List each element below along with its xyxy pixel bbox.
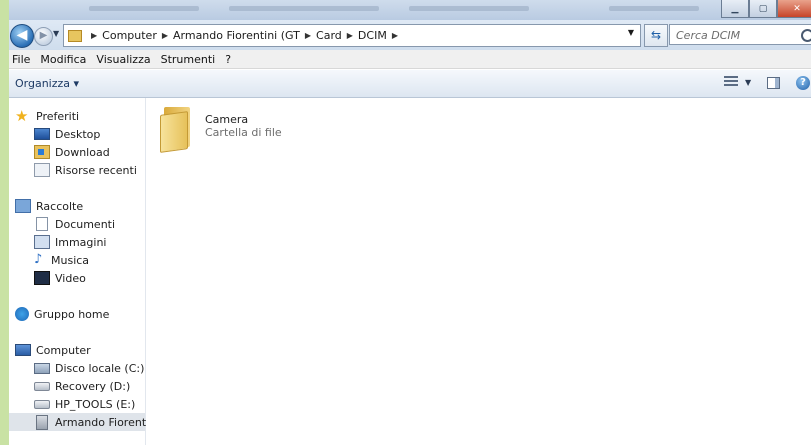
nav-item-pictures[interactable]: Immagini [34, 233, 106, 251]
homegroup-icon [15, 307, 29, 321]
window-controls: ▁ ▢ ✕ [721, 0, 811, 18]
folder-type: Cartella di file [205, 126, 282, 139]
refresh-icon: ⇆ [650, 28, 662, 42]
music-note-icon: ♪ [34, 252, 43, 267]
breadcrumb-card[interactable]: Card [316, 29, 342, 42]
menu-strumenti[interactable]: Strumenti [161, 53, 216, 66]
breadcrumb-dcim[interactable]: DCIM [358, 29, 387, 42]
folder-icon [160, 107, 196, 153]
arrow-left-icon: ◀ [16, 27, 28, 43]
minimize-button[interactable]: ▁ [721, 0, 749, 18]
search-placeholder: Cerca DCIM [676, 29, 741, 42]
maximize-button[interactable]: ▢ [749, 0, 777, 18]
nav-label: Preferiti [36, 109, 80, 123]
chevron-right-icon[interactable]: ▶ [91, 31, 97, 40]
nav-label: Risorse recenti [55, 163, 137, 177]
nav-item-video[interactable]: Video [34, 269, 86, 287]
search-icon[interactable] [801, 29, 811, 42]
chevron-right-icon[interactable]: ▶ [162, 31, 168, 40]
desktop-icon [34, 128, 50, 140]
nav-label: Raccolte [36, 199, 84, 213]
download-folder-icon [34, 145, 50, 159]
view-dropdown-icon[interactable]: ▼ [745, 78, 751, 87]
preview-pane-icon[interactable] [767, 77, 780, 89]
change-view-icon[interactable] [724, 76, 738, 89]
nav-item-download[interactable]: Download [34, 143, 110, 161]
navigation-pane: ★ Preferiti Desktop Download Risorse rec… [9, 98, 159, 445]
nav-label: Musica [51, 253, 90, 267]
refresh-button[interactable]: ⇆ [644, 24, 668, 47]
nav-label: Video [55, 271, 86, 285]
breadcrumb-drive[interactable]: Armando Fiorentini (GT [173, 29, 300, 42]
star-icon: ★ [15, 107, 29, 125]
address-row: ◀ ▶ ▼ ▶ Computer ▶ Armando Fiorentini (G… [9, 20, 811, 50]
video-icon [34, 271, 50, 285]
chevron-right-icon[interactable]: ▶ [392, 31, 398, 40]
command-bar: Organizza ▾ ▼ ? [9, 70, 811, 98]
breadcrumb-computer[interactable]: Computer [102, 29, 157, 42]
back-button[interactable]: ◀ [10, 24, 34, 48]
nav-label: Desktop [55, 127, 101, 141]
arrow-right-icon: ▶ [39, 30, 48, 41]
menu-visualizza[interactable]: Visualizza [96, 53, 150, 66]
drive-icon [34, 381, 50, 391]
close-button[interactable]: ✕ [777, 0, 811, 18]
menu-file[interactable]: File [12, 53, 30, 66]
chevron-right-icon[interactable]: ▶ [347, 31, 353, 40]
address-dropdown-icon[interactable]: ▼ [628, 28, 634, 37]
nav-label: Download [55, 145, 110, 159]
menu-bar: File Modifica Visualizza Strumenti ? [9, 50, 811, 69]
removable-drive-icon [36, 414, 48, 430]
drive-icon [34, 399, 50, 409]
nav-computer[interactable]: Computer [15, 341, 91, 359]
pictures-icon [34, 235, 50, 249]
blurred-title-3 [409, 6, 529, 11]
folder-name: Camera [205, 113, 249, 126]
chevron-right-icon[interactable]: ▶ [305, 31, 311, 40]
nav-item-removable-selected[interactable]: Armando Fiorentini [9, 413, 159, 431]
nav-item-recent[interactable]: Risorse recenti [34, 161, 137, 179]
menu-modifica[interactable]: Modifica [40, 53, 86, 66]
help-icon[interactable]: ? [796, 76, 810, 90]
nav-libraries[interactable]: Raccolte [15, 197, 83, 215]
search-input[interactable]: Cerca DCIM [669, 24, 811, 45]
nav-item-music[interactable]: ♪ Musica [34, 251, 89, 269]
libraries-icon [15, 199, 31, 213]
nav-item-documents[interactable]: Documenti [34, 215, 115, 233]
history-dropdown-icon[interactable]: ▼ [53, 29, 59, 38]
nav-item-drive-d[interactable]: Recovery (D:) [34, 377, 130, 395]
blurred-title [89, 6, 199, 11]
forward-button[interactable]: ▶ [34, 27, 53, 46]
title-bar[interactable]: ▁ ▢ ✕ [9, 0, 811, 20]
nav-label: HP_TOOLS (E:) [55, 397, 136, 411]
nav-label: Disco locale (C:) [55, 361, 145, 375]
computer-icon [15, 344, 31, 356]
local-disk-icon [34, 362, 50, 374]
folder-item-camera[interactable]: Camera Cartella di file [160, 104, 300, 153]
nav-label: Gruppo home [34, 307, 110, 321]
nav-item-drive-c[interactable]: Disco locale (C:) [34, 359, 144, 377]
nav-label: Computer [36, 343, 91, 357]
nav-label: Immagini [55, 235, 107, 249]
nav-item-desktop[interactable]: Desktop [34, 125, 100, 143]
nav-favorites[interactable]: ★ Preferiti [15, 107, 79, 125]
nav-homegroup[interactable]: Gruppo home [15, 305, 109, 323]
organize-button[interactable]: Organizza ▾ [15, 77, 79, 90]
address-bar[interactable]: ▶ Computer ▶ Armando Fiorentini (GT ▶ Ca… [63, 24, 641, 47]
menu-help[interactable]: ? [225, 53, 231, 66]
explorer-window: ▁ ▢ ✕ ◀ ▶ ▼ ▶ Computer ▶ Armando Fiorent… [9, 0, 811, 445]
blurred-title-4 [609, 6, 699, 11]
blurred-title-2 [229, 6, 379, 11]
folder-icon [68, 29, 82, 42]
file-list[interactable]: Camera Cartella di file [146, 98, 811, 445]
nav-label: Recovery (D:) [55, 379, 131, 393]
nav-item-drive-e[interactable]: HP_TOOLS (E:) [34, 395, 135, 413]
recent-places-icon [34, 163, 50, 177]
nav-label: Armando Fiorentini [55, 415, 160, 429]
document-icon [36, 217, 48, 231]
nav-label: Documenti [55, 217, 116, 231]
